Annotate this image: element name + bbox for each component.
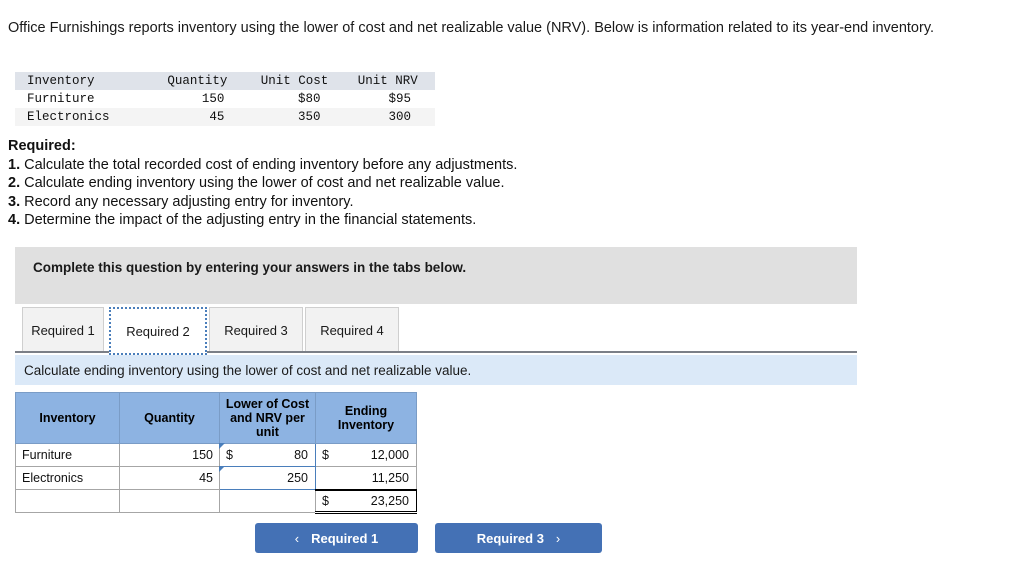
tab-required-2[interactable]: Required 2	[109, 307, 207, 355]
required-item-3-number: 3.	[8, 193, 21, 210]
total-cell-quantity	[119, 489, 220, 513]
given-cell-unit-cost: $80	[297, 92, 321, 106]
required-item-4-text: Determine the impact of the adjusting en…	[20, 212, 477, 229]
instruction-panel-text: Complete this question by entering your …	[33, 260, 467, 275]
tab-required-4[interactable]: Required 4	[305, 307, 399, 352]
answer-value-lower-electronics: 250	[287, 471, 308, 485]
given-table-header-row: Inventory Quantity Unit Cost Unit NRV	[15, 72, 435, 90]
required-item-4: 4. Determine the impact of the adjusting…	[8, 211, 517, 230]
total-cell-ending-inventory: $23,250	[315, 488, 417, 514]
given-cell-inventory: Furniture	[27, 92, 95, 106]
total-cell-inventory	[15, 489, 120, 513]
required-item-2-number: 2.	[8, 175, 21, 192]
table-row-total: $23,250	[15, 488, 417, 514]
answer-cell-quantity-electronics: 45	[119, 466, 220, 490]
answer-cell-ending-electronics: 11,250	[315, 466, 417, 490]
given-inventory-table: Inventory Quantity Unit Cost Unit NRV Fu…	[15, 72, 435, 126]
currency-symbol: $	[322, 448, 329, 462]
tab-required-3[interactable]: Required 3	[209, 307, 303, 352]
task-instruction-bar: Calculate ending inventory using the low…	[15, 355, 857, 385]
prev-required-button-label: Required 1	[311, 530, 379, 546]
given-header-unit-nrv: Unit NRV	[357, 74, 418, 88]
prev-required-button[interactable]: ‹ Required 1	[255, 523, 418, 553]
given-header-unit-cost: Unit Cost	[260, 74, 329, 88]
given-cell-unit-nrv: $95	[388, 92, 411, 106]
answer-header-quantity: Quantity	[119, 392, 220, 444]
answer-grid: Inventory Quantity Lower of Cost and NRV…	[15, 392, 417, 514]
tab-required-1-label: Required 1	[31, 322, 95, 338]
required-item-1-number: 1.	[8, 156, 21, 173]
total-cell-lower	[219, 489, 316, 513]
chevron-left-icon: ‹	[294, 530, 300, 546]
currency-symbol: $	[322, 493, 329, 508]
required-list: Required: 1. Calculate the total recorde…	[8, 137, 517, 230]
answer-header-ending-inventory: Ending Inventory	[315, 392, 417, 444]
given-cell-unit-nrv: 300	[388, 110, 411, 124]
answer-cell-ending-furniture: $12,000	[315, 443, 417, 467]
answer-header-lower-of-cost-nrv: Lower of Cost and NRV per unit	[219, 392, 316, 444]
given-cell-unit-cost: 350	[297, 110, 321, 124]
answer-header-inventory: Inventory	[15, 392, 120, 444]
table-row: Furniture 150 $80 $95	[15, 90, 435, 108]
table-row: Electronics 45 350 300	[15, 108, 435, 126]
required-item-3-text: Record any necessary adjusting entry for…	[20, 193, 354, 210]
intro-paragraph: Office Furnishings reports inventory usi…	[8, 20, 935, 36]
given-cell-quantity: 150	[201, 92, 225, 106]
next-required-button-label: Required 3	[476, 530, 544, 546]
required-item-1: 1. Calculate the total recorded cost of …	[8, 156, 517, 175]
required-heading: Required:	[8, 138, 76, 154]
given-cell-quantity: 45	[209, 110, 225, 124]
answer-value-ending-electronics: 11,250	[371, 470, 409, 485]
chevron-right-icon: ›	[555, 530, 561, 546]
answer-cell-inventory-furniture: Furniture	[15, 443, 120, 467]
answer-cell-quantity-furniture: 150	[119, 443, 220, 467]
cell-comment-marker-icon	[219, 466, 225, 472]
next-required-button[interactable]: Required 3 ›	[435, 523, 602, 553]
task-instruction-text: Calculate ending inventory using the low…	[24, 362, 472, 378]
answer-input-lower-electronics[interactable]: 250	[219, 466, 316, 490]
tab-required-4-label: Required 4	[320, 322, 384, 338]
total-value-ending-inventory: 23,250	[370, 493, 409, 508]
answer-value-lower-furniture: 80	[294, 448, 308, 462]
given-header-quantity: Quantity	[167, 74, 228, 88]
required-item-2-text: Calculate ending inventory using the low…	[20, 175, 505, 192]
instruction-panel: Complete this question by entering your …	[15, 247, 857, 304]
table-row: Electronics 45 250 11,250	[15, 466, 417, 490]
tab-required-3-label: Required 3	[224, 322, 288, 338]
given-cell-inventory: Electronics	[27, 110, 110, 124]
cell-comment-marker-icon	[219, 443, 225, 449]
required-item-4-number: 4.	[8, 212, 21, 229]
answer-grid-header-row: Inventory Quantity Lower of Cost and NRV…	[15, 392, 417, 444]
tab-strip: Required 1 Required 2 Required 3 Require…	[15, 305, 857, 355]
answer-input-lower-furniture[interactable]: $80	[219, 443, 316, 467]
required-item-3: 3. Record any necessary adjusting entry …	[8, 193, 517, 212]
given-header-inventory: Inventory	[27, 74, 95, 88]
tab-required-2-label: Required 2	[126, 323, 190, 339]
answer-value-ending-furniture: 12,000	[370, 448, 409, 462]
required-item-2: 2. Calculate ending inventory using the …	[8, 174, 517, 193]
currency-symbol: $	[226, 448, 233, 462]
answer-cell-inventory-electronics: Electronics	[15, 466, 120, 490]
required-item-1-text: Calculate the total recorded cost of end…	[20, 156, 518, 173]
tab-required-1[interactable]: Required 1	[22, 307, 104, 352]
table-row: Furniture 150 $80 $12,000	[15, 443, 417, 467]
